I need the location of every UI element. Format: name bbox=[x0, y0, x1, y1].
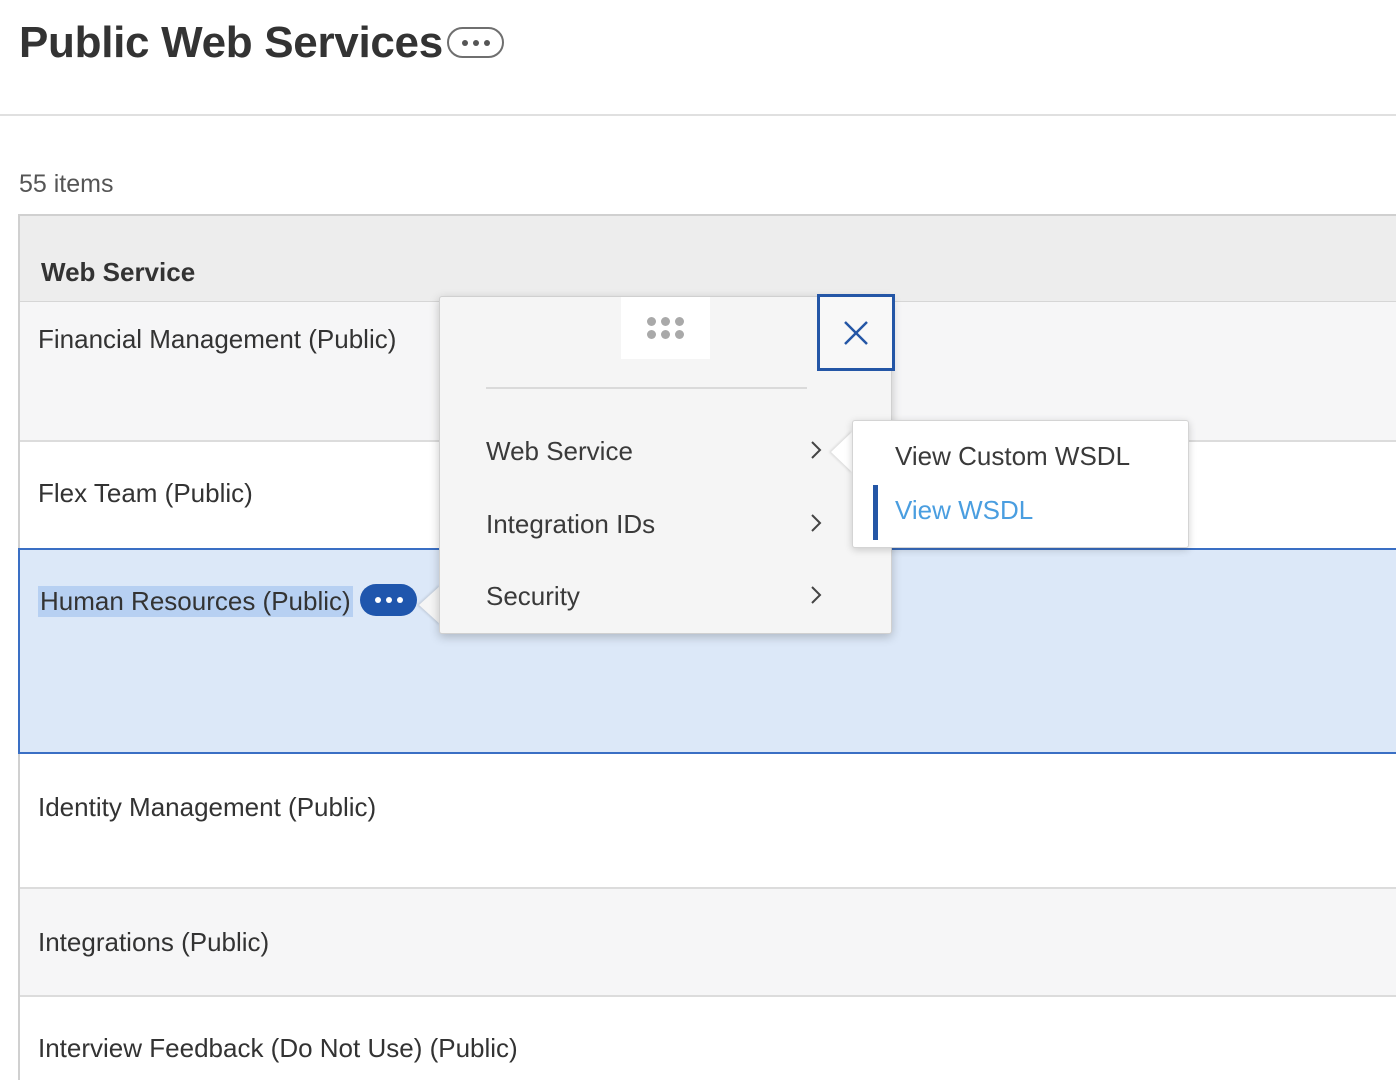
menu-item-web-service[interactable]: Web Service bbox=[486, 426, 826, 476]
grip-dot bbox=[674, 330, 684, 339]
grip-dot bbox=[674, 317, 684, 326]
divider bbox=[486, 387, 807, 389]
ellipsis-icon bbox=[461, 39, 468, 46]
grid-header: Web Service bbox=[20, 216, 1396, 302]
page-title: Public Web Services bbox=[19, 18, 443, 67]
chevron-right-icon bbox=[811, 586, 822, 604]
row-label[interactable]: Human Resources (Public) bbox=[38, 586, 353, 617]
table-row[interactable]: Identity Management (Public) bbox=[20, 754, 1396, 889]
table-row[interactable]: Interview Feedback (Do Not Use) (Public) bbox=[20, 997, 1396, 1080]
menu-item-security[interactable]: Security bbox=[486, 571, 826, 621]
ellipsis-dot bbox=[472, 39, 479, 46]
web-service-submenu: View Custom WSDL View WSDL bbox=[852, 420, 1189, 548]
grip-dot bbox=[646, 330, 656, 339]
menu-item-integration-ids[interactable]: Integration IDs bbox=[486, 499, 826, 549]
submenu-pointer bbox=[831, 431, 853, 473]
menu-item-label: Integration IDs bbox=[486, 509, 656, 539]
drag-handle-icon[interactable] bbox=[621, 297, 710, 359]
ellipsis-icon bbox=[374, 597, 381, 603]
row-actions-button[interactable] bbox=[360, 584, 417, 616]
ellipsis-dot bbox=[385, 597, 392, 603]
popup-pointer bbox=[419, 585, 441, 625]
column-header-web-service[interactable]: Web Service bbox=[41, 257, 195, 288]
submenu-item-view-wsdl[interactable]: View WSDL bbox=[873, 485, 1173, 540]
menu-item-label: Web Service bbox=[486, 436, 633, 466]
related-actions-popup: Web Service Integration IDs Security bbox=[439, 294, 895, 634]
row-label[interactable]: Identity Management (Public) bbox=[38, 792, 376, 823]
menu-item-label: Security bbox=[486, 581, 580, 611]
submenu-item-view-custom-wsdl[interactable]: View Custom WSDL bbox=[873, 431, 1173, 481]
active-indicator bbox=[873, 485, 878, 540]
ellipsis-dot bbox=[396, 597, 403, 603]
grip-dot bbox=[646, 317, 656, 326]
submenu-item-label: View Custom WSDL bbox=[895, 441, 1131, 471]
chevron-right-icon bbox=[811, 514, 822, 532]
related-actions-button[interactable] bbox=[447, 27, 504, 58]
page-header: Public Web Services bbox=[0, 0, 1396, 116]
item-count: 55 items bbox=[19, 170, 114, 198]
row-label[interactable]: Flex Team (Public) bbox=[38, 478, 253, 509]
submenu-item-label: View WSDL bbox=[895, 495, 1034, 525]
row-label[interactable]: Integrations (Public) bbox=[38, 927, 269, 958]
row-label[interactable]: Interview Feedback (Do Not Use) (Public) bbox=[38, 1033, 518, 1064]
close-button[interactable] bbox=[817, 294, 895, 371]
ellipsis-dot bbox=[483, 39, 490, 46]
close-icon bbox=[844, 320, 868, 345]
table-row[interactable]: Integrations (Public) bbox=[20, 889, 1396, 997]
grip-dot bbox=[660, 330, 670, 339]
row-label[interactable]: Financial Management (Public) bbox=[38, 324, 396, 355]
grip-dot bbox=[660, 317, 670, 326]
chevron-right-icon bbox=[811, 441, 822, 459]
